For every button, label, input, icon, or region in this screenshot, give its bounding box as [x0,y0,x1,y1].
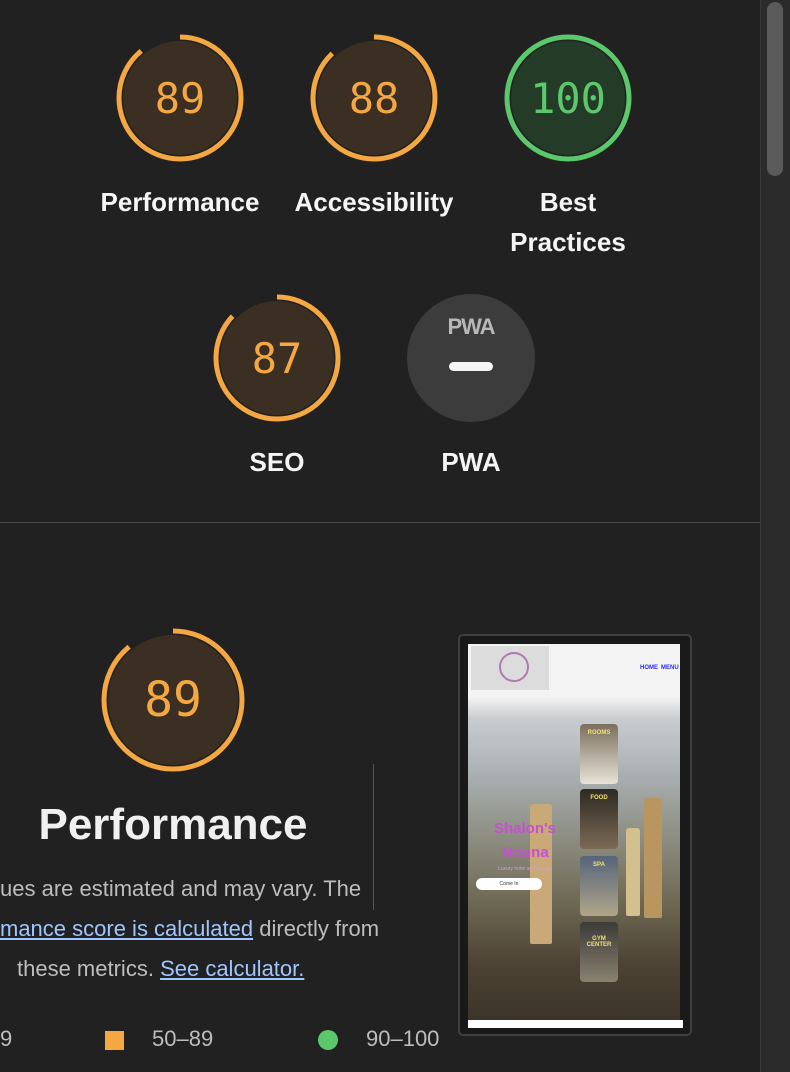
accessibility-gauge[interactable]: 88 [309,33,439,163]
performance-gauge[interactable]: 89 [115,33,245,163]
pwa-dash-icon [449,362,493,371]
desc-line-2: mance score is calculated directly from [0,909,379,949]
average-square-icon [105,1031,124,1050]
pwa-label: PWA [441,447,501,477]
final-screenshot: HOME MENU ROOMS FOOD SPA GYM CENTER Shal… [468,644,680,1020]
legend-good: 90–100 [366,1026,440,1051]
thumb-card-gym: GYM CENTER [580,922,618,982]
desc-line-2-rest: directly from [259,916,380,941]
accessibility-score: 88 [348,73,400,123]
legend-average: 50–89 [152,1026,214,1051]
thumb-card-rooms-label: ROOMS [587,730,611,736]
best-practices-label-line1: Best [539,187,597,217]
best-practices-score: 100 [530,73,606,123]
section-divider [0,522,760,523]
thumb-hero-button: Come In [476,878,542,890]
best-practices-label: Best Practices [468,182,668,262]
performance-label: Performance [100,187,260,217]
thumb-card-spa-label: SPA [593,862,605,868]
thumb-nav-home: HOME [640,665,658,671]
bottle-image [626,828,640,916]
performance-large-gauge: 89 [100,627,246,773]
thumb-hero-title-1: Shalon's [494,820,556,837]
pwa-gauge[interactable]: PWA [407,294,535,422]
thumb-hero-subtitle: Luxury hotel and lounge [498,866,552,872]
seo-score: 87 [251,333,303,383]
see-calculator-link[interactable]: See calculator. [160,956,304,981]
thumb-bottom-strip [468,1020,683,1028]
bottle-image [644,798,662,918]
logo-circle-icon [499,652,529,682]
best-practices-gauge[interactable]: 100 [503,33,633,163]
performance-heading: Performance [38,800,308,849]
seo-gauge[interactable]: 87 [212,293,342,423]
performance-score: 89 [154,73,206,123]
desc-line-3-text: these metrics. [17,956,154,981]
good-circle-icon [318,1030,338,1050]
thumb-nav-menu: MENU [661,665,679,671]
vertical-separator [373,764,374,910]
thumb-card-spa: SPA [580,856,618,916]
scrollbar-thumb[interactable] [767,2,783,176]
desc-line-1: ues are estimated and may vary. The [0,876,362,901]
thumb-card-gym-label: GYM CENTER [586,936,612,948]
desc-line-3: these metrics. See calculator. [17,949,304,989]
best-practices-label-line2: Practices [510,227,626,257]
performance-large-score: 89 [144,672,202,728]
thumb-card-food: FOOD [580,789,618,849]
thumb-card-food-label: FOOD [590,795,608,801]
legend-fail-partial: 9 [0,1026,13,1051]
score-calculated-link[interactable]: mance score is calculated [0,916,253,941]
site-logo [471,646,549,690]
accessibility-label: Accessibility [294,187,454,217]
pwa-badge-icon: PWA [447,314,495,339]
thumb-hero-title-2: Nouna [502,844,549,861]
thumb-card-rooms: ROOMS [580,724,618,784]
seo-label: SEO [249,447,305,477]
